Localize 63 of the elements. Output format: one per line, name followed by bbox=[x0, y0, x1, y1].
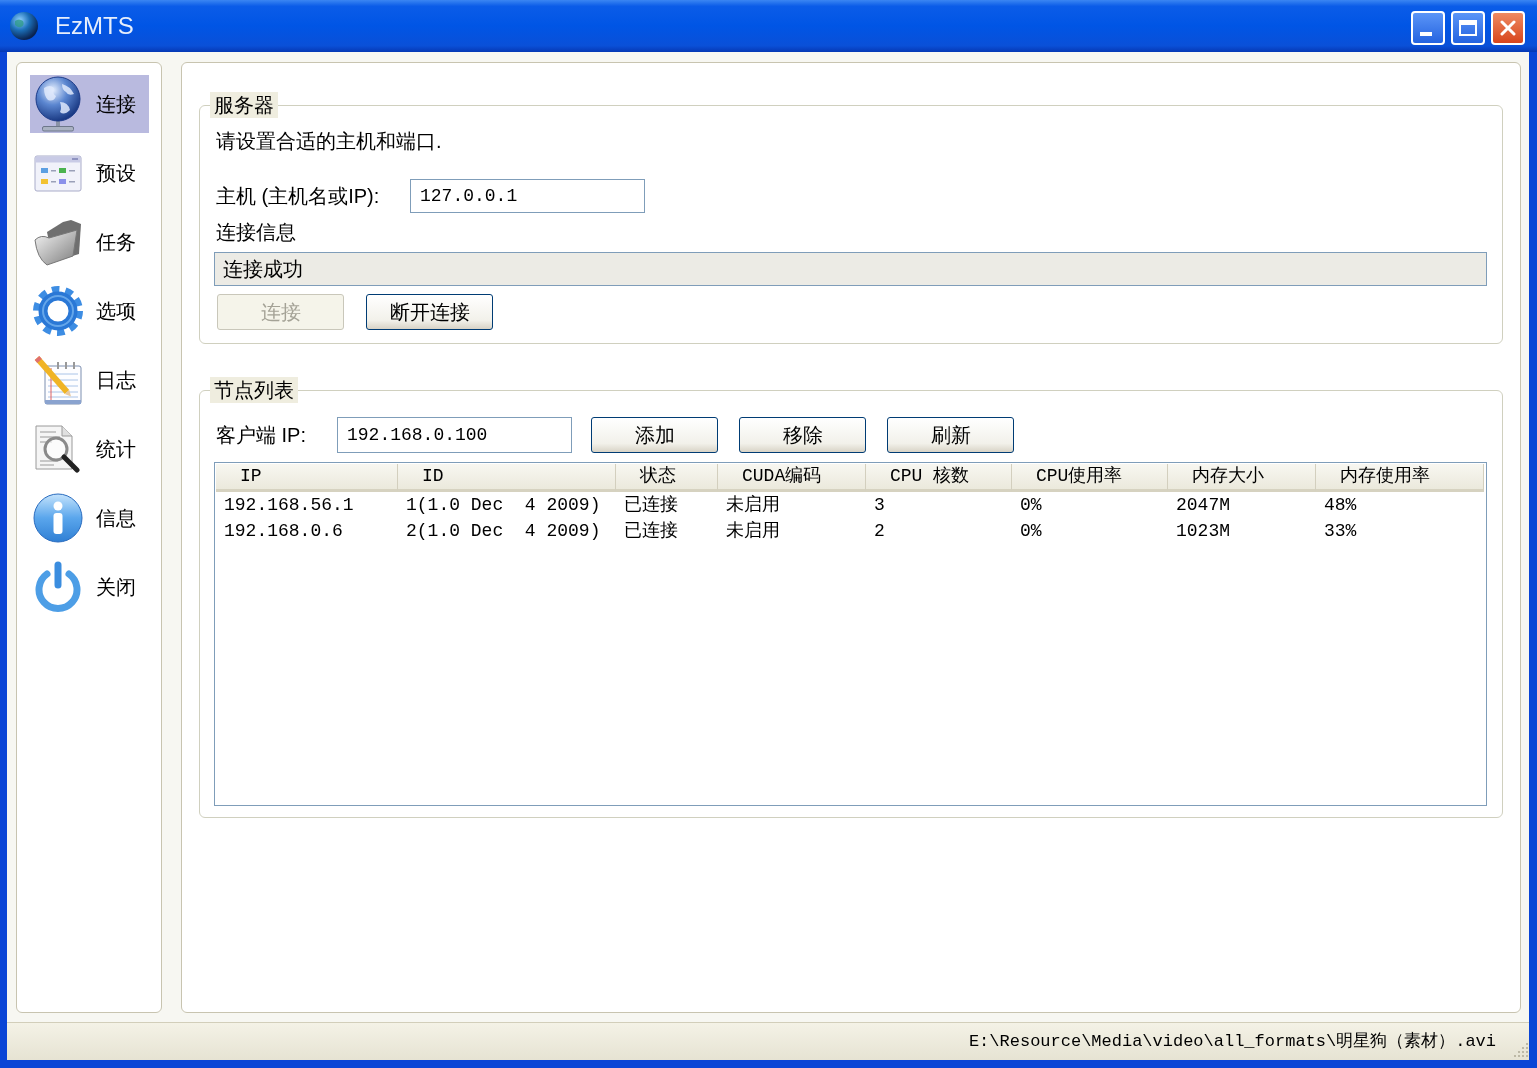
table-cell-text: 1023M bbox=[1176, 519, 1230, 543]
sidebar-item[interactable]: 统计 bbox=[30, 420, 149, 478]
close-icon bbox=[1500, 20, 1516, 36]
table-cell-text: 未启用 bbox=[726, 493, 780, 517]
resize-grip-icon bbox=[1514, 1043, 1528, 1057]
globe-network-icon bbox=[35, 76, 81, 132]
connection-info-label: 连接信息 bbox=[216, 220, 296, 244]
table-cell-text: 未启用 bbox=[726, 519, 780, 543]
sidebar-item[interactable]: 信息 bbox=[30, 489, 149, 547]
file-path-text: E:\Resource\Media\video\all_formats\明星狗（素材）.avi bbox=[968, 1030, 1496, 1053]
client-ip-label: 客户端 IP: bbox=[216, 424, 306, 446]
maximize-button[interactable] bbox=[1451, 11, 1485, 45]
sidebar-item[interactable]: 选项 bbox=[30, 282, 149, 340]
minimize-button[interactable] bbox=[1411, 11, 1445, 45]
window-title: EzMTS bbox=[55, 11, 134, 41]
info-icon bbox=[33, 493, 83, 543]
folder-icon bbox=[34, 218, 82, 266]
table-cell-text: 2(1.0 Dec 4 2009) bbox=[406, 519, 601, 543]
table-cell-text: 192.168.56.1 bbox=[224, 493, 354, 517]
power-icon bbox=[35, 561, 81, 613]
hint-text: 请设置合适的主机和端口. bbox=[216, 129, 442, 153]
disconnect-button[interactable]: 断开连接 bbox=[366, 294, 493, 330]
column-header[interactable]: CPU 核数 bbox=[866, 464, 1012, 492]
notepad-pencil-icon bbox=[34, 355, 82, 405]
table-cell-text: 1(1.0 Dec 4 2009) bbox=[406, 493, 601, 517]
table-cell-text: 3 bbox=[874, 493, 885, 517]
sidebar-item[interactable]: 日志 bbox=[30, 351, 149, 409]
column-header[interactable]: CPU使用率 bbox=[1012, 464, 1168, 492]
column-header[interactable]: IP bbox=[216, 464, 398, 492]
connection-info-field: 连接成功 bbox=[214, 252, 1487, 286]
column-header[interactable]: CUDA编码 bbox=[718, 464, 866, 492]
table-cell-text: 已连接 bbox=[624, 493, 678, 517]
table-cell-text: 0% bbox=[1020, 519, 1042, 543]
maximize-icon bbox=[1459, 20, 1477, 36]
column-header[interactable]: 状态 bbox=[616, 464, 718, 492]
sidebar-item[interactable]: 连接 bbox=[30, 75, 149, 133]
table-cell-text: 2 bbox=[874, 519, 885, 543]
column-header[interactable]: 内存使用率 bbox=[1316, 464, 1484, 492]
table-cell-text: 0% bbox=[1020, 493, 1042, 517]
table-cell-text: 已连接 bbox=[624, 519, 678, 543]
group-title: 服务器 bbox=[210, 92, 278, 118]
sidebar-item[interactable]: 预设 bbox=[30, 144, 149, 202]
sidebar-item[interactable]: 任务 bbox=[30, 213, 149, 271]
sidebar-item[interactable]: 关闭 bbox=[30, 558, 149, 616]
client-ip-input[interactable]: 192.168.0.100 bbox=[337, 417, 572, 453]
host-input[interactable]: 127.0.0.1 bbox=[410, 179, 645, 213]
close-button[interactable] bbox=[1491, 11, 1525, 45]
add-button[interactable]: 添加 bbox=[591, 417, 718, 453]
document-magnifier-icon bbox=[35, 425, 81, 473]
remove-button[interactable]: 移除 bbox=[739, 417, 866, 453]
minimize-icon bbox=[1420, 32, 1432, 36]
column-header[interactable]: 内存大小 bbox=[1168, 464, 1316, 492]
gear-icon bbox=[33, 286, 83, 336]
table-cell-text: 192.168.0.6 bbox=[224, 519, 343, 543]
refresh-button[interactable]: 刷新 bbox=[887, 417, 1014, 453]
window-icon bbox=[34, 154, 82, 192]
column-header[interactable]: ID bbox=[398, 464, 616, 492]
table-cell-text: 33% bbox=[1324, 519, 1357, 543]
table-cell-text: 48% bbox=[1324, 493, 1357, 517]
group-title: 节点列表 bbox=[210, 377, 298, 403]
globe-icon bbox=[10, 12, 38, 40]
table-cell-text: 2047M bbox=[1176, 493, 1230, 517]
host-label: 主机 (主机名或IP): bbox=[216, 185, 380, 207]
